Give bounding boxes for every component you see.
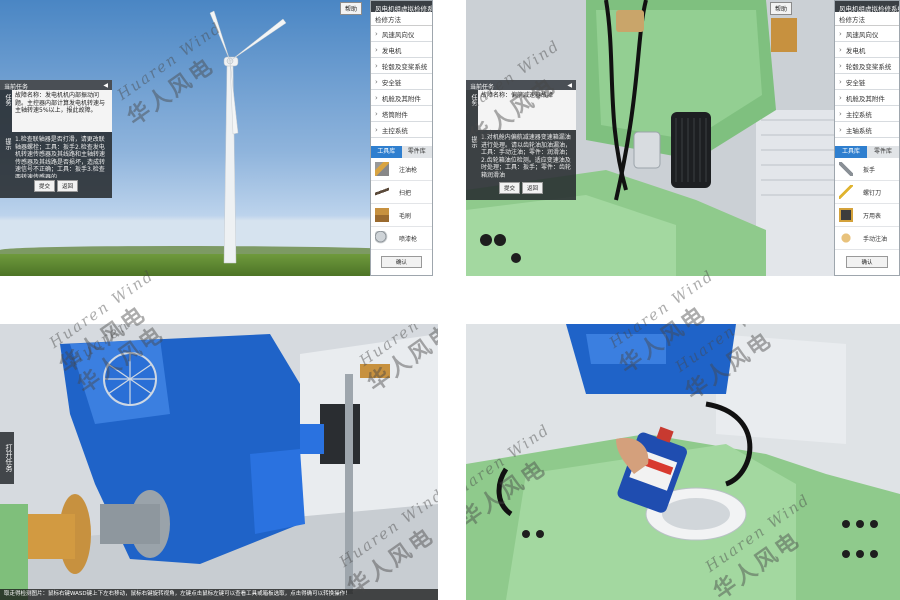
tool-item-1[interactable]: 扫把 bbox=[371, 181, 432, 204]
menu-item-0[interactable]: › 风速风向仪 bbox=[835, 26, 899, 42]
broom-icon bbox=[375, 185, 389, 199]
viewport-oil-refill[interactable]: Huaren Wind 华人风电 Huaren Wind 华人风电 Huaren… bbox=[466, 324, 900, 600]
oil-can-icon bbox=[839, 231, 853, 245]
tool-item-2[interactable]: 万用表 bbox=[835, 204, 899, 227]
task-panel-header: 当前任务 bbox=[4, 84, 29, 91]
menu-header: 检修方法 bbox=[835, 12, 899, 26]
task-tab[interactable]: 任务 bbox=[0, 90, 12, 132]
screwdriver-icon bbox=[839, 185, 853, 199]
hint-text: 1.对机舱内偏航减速器变速箱漏油进行处理。请以齿轮油加油漏油，工具：手动注油；零… bbox=[481, 134, 572, 179]
menu-item-6[interactable]: › 主控系统 bbox=[371, 122, 432, 138]
tab-parts[interactable]: 零件库 bbox=[867, 146, 899, 158]
menu-item-3[interactable]: › 安全链 bbox=[371, 74, 432, 90]
back-button[interactable]: 返回 bbox=[521, 182, 543, 194]
menu-item-5[interactable]: › 塔筒附件 bbox=[371, 106, 432, 122]
task-description: 故障名称：偏航减速器故障 bbox=[478, 90, 576, 130]
chevron-right-icon: › bbox=[839, 61, 842, 70]
chevron-right-icon: › bbox=[839, 45, 842, 54]
menu-item-1[interactable]: › 发电机 bbox=[371, 42, 432, 58]
open-task-tab[interactable]: 打开任务 bbox=[0, 432, 14, 484]
task-description: 故障名称：发电机机内部振动问题。主控器内部计算发电机转速与主轴转速5%以上，报此… bbox=[12, 90, 112, 132]
task-tab[interactable]: 任务 bbox=[466, 90, 478, 130]
generator-scene-image bbox=[0, 324, 438, 600]
collapse-icon[interactable]: ◀ bbox=[103, 82, 108, 89]
viewport-yaw-gearbox[interactable]: 帮助 当前任务 ◀ 任务 故障名称：偏航减速器故障 提示 1.对机舱内偏航减速器… bbox=[466, 0, 900, 276]
spray-gun-icon bbox=[375, 231, 389, 245]
tool-item-2[interactable]: 毛刷 bbox=[371, 204, 432, 227]
tool-item-3[interactable]: 喷漆枪 bbox=[371, 227, 432, 250]
back-button[interactable]: 返回 bbox=[56, 180, 78, 192]
chevron-right-icon: › bbox=[839, 125, 842, 134]
maintenance-menu-panel: 风电机组虚拟检修系统 检修方法 ›风速风向仪 ›发电机 ›轮毂及变桨系统 ›安全… bbox=[834, 0, 900, 276]
task-panel: 当前任务 ◀ 任务 故障名称：偏航减速器故障 提示 1.对机舱内偏航减速器变速箱… bbox=[466, 80, 576, 200]
menu-list: › 风速风向仪 › 发电机 › 轮毂及变桨系统 › 安全链 › 机舱及其附件 › 主控系统 … bbox=[835, 26, 899, 138]
chevron-right-icon: › bbox=[375, 45, 378, 54]
chevron-right-icon: › bbox=[375, 29, 378, 38]
menu-item-4[interactable]: › 机舱及其附件 bbox=[371, 90, 432, 106]
menu-item-2[interactable]: › 轮毂及变桨系统 bbox=[371, 58, 432, 74]
submit-button[interactable]: 提交 bbox=[499, 182, 521, 194]
menu-item-4[interactable]: › 机舱及其附件 bbox=[835, 90, 899, 106]
task-panel: 当前任务 ◀ 任务 故障名称：发电机机内部振动问题。主控器内部计算发电机转速与主… bbox=[0, 80, 112, 198]
task-panel-header: 当前任务 bbox=[470, 84, 495, 91]
help-button[interactable]: 帮助 bbox=[340, 2, 363, 15]
confirm-button[interactable]: 确认 bbox=[846, 256, 888, 268]
maintenance-menu-panel: 风电机组虚拟检修系统 检修方法 ›风速风向仪 ›发电机 ›轮毂及变桨系统 ›安全… bbox=[370, 0, 433, 276]
wrench-icon bbox=[839, 162, 853, 176]
library-tabs: 工具库 零件库 bbox=[835, 146, 899, 158]
app-title: 风电机组虚拟检修系统 bbox=[371, 1, 432, 12]
tab-tools[interactable]: 工具库 bbox=[835, 146, 867, 158]
chevron-right-icon: › bbox=[375, 93, 378, 102]
chevron-right-icon: › bbox=[839, 93, 842, 102]
menu-header: 检修方法 bbox=[371, 12, 432, 26]
chevron-right-icon: › bbox=[375, 125, 378, 134]
menu-list: › 风速风向仪 › 发电机 › 轮毂及变桨系统 › 安全链 › 机舱及其附件 › 塔筒附件 … bbox=[371, 26, 432, 138]
chevron-right-icon: › bbox=[839, 29, 842, 38]
help-button[interactable]: 帮助 bbox=[770, 2, 793, 15]
hint-tab[interactable]: 提示 bbox=[0, 134, 12, 178]
control-hint-bar: 取走得检测图片：鼠标右键WASD键上下左右移动，鼠标右键旋转视角，左键点击鼠标左… bbox=[0, 589, 438, 600]
viewport-wind-turbine[interactable]: 帮助 当前任务 ◀ 任务 故障名称：发电机机内部振动问题。主控器内部计算发电机转… bbox=[0, 0, 433, 276]
tool-item-1[interactable]: 螺钉刀 bbox=[835, 181, 899, 204]
gearbox-oil-scene-image bbox=[466, 324, 900, 600]
tab-tools[interactable]: 工具库 bbox=[371, 146, 402, 158]
wind-turbine-image bbox=[209, 10, 287, 264]
menu-item-5[interactable]: › 主控系统 bbox=[835, 106, 899, 122]
menu-item-6[interactable]: › 主轴系统 bbox=[835, 122, 899, 138]
tool-item-3[interactable]: 手动注油 bbox=[835, 227, 899, 250]
chevron-right-icon: › bbox=[839, 77, 842, 86]
grease-gun-icon bbox=[375, 162, 389, 176]
chevron-right-icon: › bbox=[375, 109, 378, 118]
hint-tab[interactable]: 提示 bbox=[466, 132, 478, 180]
tool-item-0[interactable]: 注油枪 bbox=[371, 158, 432, 181]
chevron-right-icon: › bbox=[375, 77, 378, 86]
chevron-right-icon: › bbox=[839, 109, 842, 118]
brush-icon bbox=[375, 208, 389, 222]
menu-item-2[interactable]: › 轮毂及变桨系统 bbox=[835, 58, 899, 74]
multimeter-icon bbox=[839, 208, 853, 222]
library-tabs: 工具库 零件库 bbox=[371, 146, 432, 158]
collapse-icon[interactable]: ◀ bbox=[567, 82, 572, 89]
submit-button[interactable]: 提交 bbox=[34, 180, 56, 192]
hint-text: 1.检查联轴器是否打滑，请更改联轴器螺栓；工具：扳手2.检查发电机转速传感器及其… bbox=[15, 136, 106, 178]
confirm-button[interactable]: 确认 bbox=[380, 256, 422, 268]
tool-item-0[interactable]: 扳手 bbox=[835, 158, 899, 181]
tab-parts[interactable]: 零件库 bbox=[401, 146, 432, 158]
chevron-right-icon: › bbox=[375, 61, 378, 70]
app-title: 风电机组虚拟检修系统 bbox=[835, 1, 899, 12]
menu-item-0[interactable]: › 风速风向仪 bbox=[371, 26, 432, 42]
menu-item-1[interactable]: › 发电机 bbox=[835, 42, 899, 58]
viewport-generator[interactable]: 打开任务 取走得检测图片：鼠标右键WASD键上下左右移动，鼠标右键旋转视角，左键… bbox=[0, 324, 438, 600]
menu-item-3[interactable]: › 安全链 bbox=[835, 74, 899, 90]
